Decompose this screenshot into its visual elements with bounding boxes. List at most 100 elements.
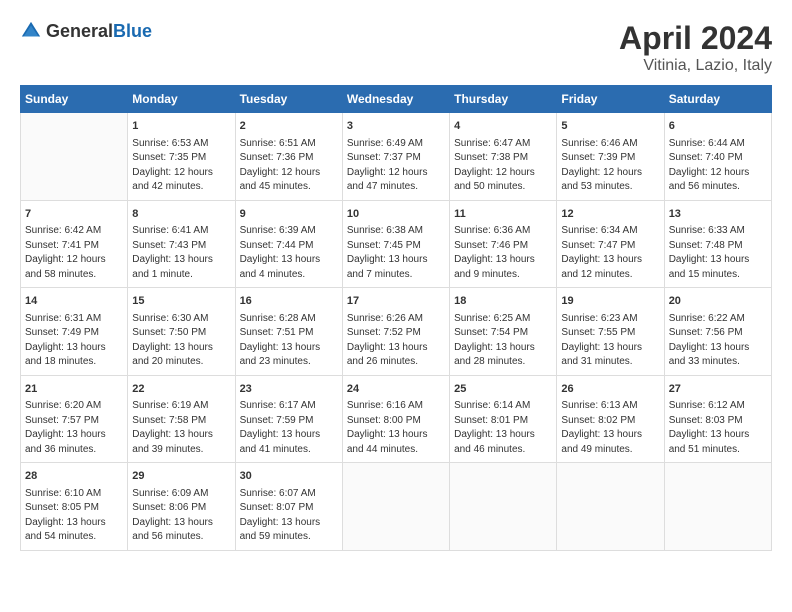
day-info: Sunrise: 6:12 AMSunset: 8:03 PMDaylight:…: [669, 399, 767, 457]
day-info: Sunrise: 6:13 AMSunset: 8:02 PMDaylight:…: [561, 399, 659, 457]
calendar-cell: 7Sunrise: 6:42 AMSunset: 7:41 PMDaylight…: [21, 200, 128, 288]
calendar-cell: 19Sunrise: 6:23 AMSunset: 7:55 PMDayligh…: [557, 288, 664, 376]
calendar-week-row: 1 Sunrise: 6:53 AMSunset: 7:35 PMDaylight…: [21, 113, 772, 201]
calendar-table: SundayMondayTuesdayWednesdayThursdayFrid…: [20, 85, 772, 551]
calendar-cell: 22Sunrise: 6:19 AMSunset: 7:58 PMDayligh…: [128, 375, 235, 463]
page-header: GeneralBlue April 2024 Vitinia, Lazio, I…: [20, 20, 772, 75]
day-info: Sunrise: 6:44 AMSunset: 7:40 PMDaylight:…: [669, 137, 767, 195]
day-number: 17: [347, 293, 445, 310]
calendar-cell: [557, 463, 664, 551]
day-number: 18: [454, 293, 552, 310]
column-header-friday: Friday: [557, 86, 664, 113]
day-number: 25: [454, 381, 552, 398]
calendar-cell: 21Sunrise: 6:20 AMSunset: 7:57 PMDayligh…: [21, 375, 128, 463]
day-number: 24: [347, 381, 445, 398]
day-info: Sunrise: 6:30 AMSunset: 7:50 PMDaylight:…: [132, 312, 230, 370]
day-number: 11: [454, 206, 552, 223]
calendar-cell: 14Sunrise: 6:31 AMSunset: 7:49 PMDayligh…: [21, 288, 128, 376]
calendar-cell: 1 Sunrise: 6:53 AMSunset: 7:35 PMDaylight…: [128, 113, 235, 201]
calendar-cell: 13Sunrise: 6:33 AMSunset: 7:48 PMDayligh…: [664, 200, 771, 288]
calendar-cell: [342, 463, 449, 551]
day-number: 23: [240, 381, 338, 398]
calendar-cell: 3 Sunrise: 6:49 AMSunset: 7:37 PMDaylight…: [342, 113, 449, 201]
day-number: 29: [132, 468, 230, 485]
location-title: Vitinia, Lazio, Italy: [619, 57, 772, 75]
calendar-cell: 18 Sunrise: 6:25 AMSunset: 7:54 PMDayligh…: [450, 288, 557, 376]
day-info: Sunrise: 6:49 AMSunset: 7:37 PMDaylight:…: [347, 137, 445, 195]
day-number: 9: [240, 206, 338, 223]
day-info: Sunrise: 6:47 AMSunset: 7:38 PMDaylight:…: [454, 137, 552, 195]
day-info: Sunrise: 6:28 AMSunset: 7:51 PMDaylight:…: [240, 312, 338, 370]
calendar-cell: 10Sunrise: 6:38 AMSunset: 7:45 PMDayligh…: [342, 200, 449, 288]
day-info: Sunrise: 6:19 AMSunset: 7:58 PMDaylight:…: [132, 399, 230, 457]
calendar-cell: 30Sunrise: 6:07 AMSunset: 8:07 PMDayligh…: [235, 463, 342, 551]
day-info: Sunrise: 6:20 AMSunset: 7:57 PMDaylight:…: [25, 399, 123, 457]
calendar-cell: 20Sunrise: 6:22 AMSunset: 7:56 PMDayligh…: [664, 288, 771, 376]
day-number: 13: [669, 206, 767, 223]
logo: GeneralBlue: [20, 20, 152, 42]
day-info: Sunrise: 6:23 AMSunset: 7:55 PMDaylight:…: [561, 312, 659, 370]
day-info: Sunrise: 6:51 AMSunset: 7:36 PMDaylight:…: [240, 137, 338, 195]
day-info: Sunrise: 6:53 AMSunset: 7:35 PMDaylight:…: [132, 137, 230, 195]
calendar-cell: 5 Sunrise: 6:46 AMSunset: 7:39 PMDaylight…: [557, 113, 664, 201]
calendar-cell: 17 Sunrise: 6:26 AMSunset: 7:52 PMDayligh…: [342, 288, 449, 376]
logo-icon: [20, 20, 42, 42]
title-block: April 2024 Vitinia, Lazio, Italy: [619, 20, 772, 75]
calendar-cell: [664, 463, 771, 551]
column-header-wednesday: Wednesday: [342, 86, 449, 113]
calendar-cell: 16 Sunrise: 6:28 AMSunset: 7:51 PMDayligh…: [235, 288, 342, 376]
calendar-cell: 12Sunrise: 6:34 AMSunset: 7:47 PMDayligh…: [557, 200, 664, 288]
calendar-cell: 24Sunrise: 6:16 AMSunset: 8:00 PMDayligh…: [342, 375, 449, 463]
calendar-cell: 23Sunrise: 6:17 AMSunset: 7:59 PMDayligh…: [235, 375, 342, 463]
calendar-cell: 2 Sunrise: 6:51 AMSunset: 7:36 PMDaylight…: [235, 113, 342, 201]
column-header-monday: Monday: [128, 86, 235, 113]
day-info: Sunrise: 6:14 AMSunset: 8:01 PMDaylight:…: [454, 399, 552, 457]
calendar-cell: 8Sunrise: 6:41 AMSunset: 7:43 PMDaylight…: [128, 200, 235, 288]
column-header-thursday: Thursday: [450, 86, 557, 113]
day-number: 22: [132, 381, 230, 398]
day-number: 26: [561, 381, 659, 398]
day-info: Sunrise: 6:25 AMSunset: 7:54 PMDaylight:…: [454, 312, 552, 370]
calendar-cell: 11Sunrise: 6:36 AMSunset: 7:46 PMDayligh…: [450, 200, 557, 288]
day-info: Sunrise: 6:09 AMSunset: 8:06 PMDaylight:…: [132, 487, 230, 545]
calendar-week-row: 7Sunrise: 6:42 AMSunset: 7:41 PMDaylight…: [21, 200, 772, 288]
day-info: Sunrise: 6:07 AMSunset: 8:07 PMDaylight:…: [240, 487, 338, 545]
day-info: Sunrise: 6:17 AMSunset: 7:59 PMDaylight:…: [240, 399, 338, 457]
day-info: Sunrise: 6:33 AMSunset: 7:48 PMDaylight:…: [669, 224, 767, 282]
day-number: 20: [669, 293, 767, 310]
day-number: 27: [669, 381, 767, 398]
calendar-cell: [21, 113, 128, 201]
day-info: Sunrise: 6:38 AMSunset: 7:45 PMDaylight:…: [347, 224, 445, 282]
day-number: 16: [240, 293, 338, 310]
day-info: Sunrise: 6:16 AMSunset: 8:00 PMDaylight:…: [347, 399, 445, 457]
calendar-week-row: 28 Sunrise: 6:10 AMSunset: 8:05 PMDayligh…: [21, 463, 772, 551]
day-number: 2: [240, 118, 338, 135]
calendar-cell: 15Sunrise: 6:30 AMSunset: 7:50 PMDayligh…: [128, 288, 235, 376]
day-number: 5: [561, 118, 659, 135]
day-number: 1: [132, 118, 230, 135]
column-header-saturday: Saturday: [664, 86, 771, 113]
calendar-week-row: 14Sunrise: 6:31 AMSunset: 7:49 PMDayligh…: [21, 288, 772, 376]
day-info: Sunrise: 6:34 AMSunset: 7:47 PMDaylight:…: [561, 224, 659, 282]
column-header-sunday: Sunday: [21, 86, 128, 113]
day-info: Sunrise: 6:41 AMSunset: 7:43 PMDaylight:…: [132, 224, 230, 282]
calendar-header-row: SundayMondayTuesdayWednesdayThursdayFrid…: [21, 86, 772, 113]
calendar-cell: 28 Sunrise: 6:10 AMSunset: 8:05 PMDayligh…: [21, 463, 128, 551]
logo-general-text: General: [46, 21, 113, 41]
day-info: Sunrise: 6:10 AMSunset: 8:05 PMDaylight:…: [25, 487, 123, 545]
logo-blue-text: Blue: [113, 21, 152, 41]
calendar-cell: 27Sunrise: 6:12 AMSunset: 8:03 PMDayligh…: [664, 375, 771, 463]
column-header-tuesday: Tuesday: [235, 86, 342, 113]
calendar-cell: 9Sunrise: 6:39 AMSunset: 7:44 PMDaylight…: [235, 200, 342, 288]
month-title: April 2024: [619, 20, 772, 57]
day-number: 14: [25, 293, 123, 310]
calendar-cell: [450, 463, 557, 551]
day-number: 21: [25, 381, 123, 398]
calendar-cell: 6Sunrise: 6:44 AMSunset: 7:40 PMDaylight…: [664, 113, 771, 201]
day-info: Sunrise: 6:26 AMSunset: 7:52 PMDaylight:…: [347, 312, 445, 370]
day-number: 3: [347, 118, 445, 135]
day-number: 8: [132, 206, 230, 223]
day-number: 28: [25, 468, 123, 485]
day-number: 12: [561, 206, 659, 223]
day-info: Sunrise: 6:46 AMSunset: 7:39 PMDaylight:…: [561, 137, 659, 195]
